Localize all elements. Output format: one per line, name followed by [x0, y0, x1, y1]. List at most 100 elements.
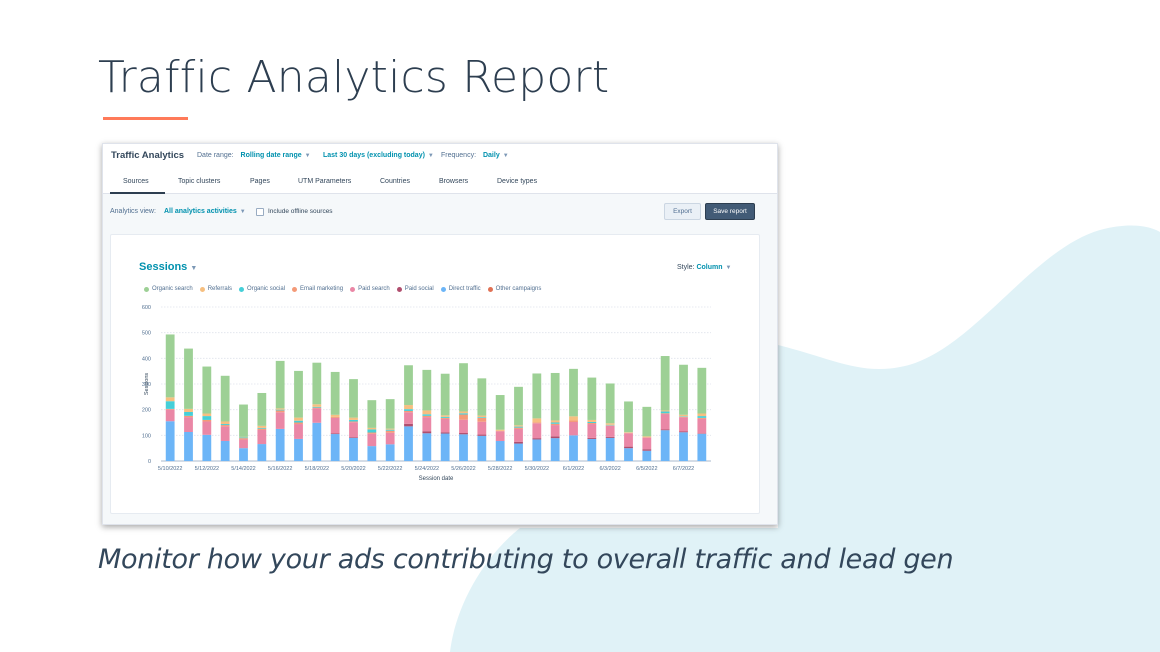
legend-item[interactable]: Other campaigns: [487, 286, 541, 292]
bar-segment[interactable]: [697, 417, 707, 419]
bar-segment[interactable]: [404, 405, 413, 410]
bar-segment[interactable]: [349, 421, 358, 423]
bar-segment[interactable]: [642, 437, 652, 438]
bar-segment[interactable]: [239, 438, 248, 440]
bar-segment[interactable]: [404, 365, 413, 406]
bar-segment[interactable]: [440, 432, 450, 434]
bar-segment[interactable]: [294, 424, 303, 439]
bar-segment[interactable]: [330, 417, 340, 434]
bar-segment[interactable]: [349, 419, 358, 422]
bar-segment[interactable]: [312, 406, 322, 408]
bar-segment[interactable]: [257, 425, 267, 428]
save-report-button[interactable]: Save report: [705, 203, 755, 220]
bar-segment[interactable]: [330, 371, 340, 415]
bar-segment[interactable]: [514, 427, 523, 429]
bar-segment[interactable]: [569, 435, 578, 461]
bar-segment[interactable]: [294, 438, 303, 461]
bar-segment[interactable]: [587, 421, 597, 424]
bar-segment[interactable]: [660, 430, 670, 461]
bar-segment[interactable]: [587, 423, 597, 425]
bar-segment[interactable]: [679, 414, 688, 417]
legend-item[interactable]: Organic search: [144, 286, 193, 292]
bar-segment[interactable]: [349, 422, 358, 438]
bar-segment[interactable]: [312, 362, 322, 405]
bar-segment[interactable]: [239, 448, 248, 461]
bar-segment[interactable]: [404, 412, 413, 424]
bar-segment[interactable]: [514, 426, 523, 428]
legend-item[interactable]: Paid social: [396, 286, 434, 292]
bar-segment[interactable]: [404, 409, 413, 411]
bar-segment[interactable]: [385, 430, 395, 433]
bar-segment[interactable]: [422, 414, 432, 416]
bar-segment[interactable]: [624, 448, 633, 461]
bar-segment[interactable]: [220, 440, 230, 461]
bar-segment[interactable]: [459, 433, 468, 435]
bar-segment[interactable]: [422, 431, 432, 434]
bar-segment[interactable]: [404, 410, 413, 413]
bar-segment[interactable]: [367, 429, 377, 433]
bar-segment[interactable]: [202, 413, 212, 417]
bar-segment[interactable]: [605, 383, 615, 424]
bar-segment[interactable]: [679, 364, 688, 415]
bar-segment[interactable]: [550, 420, 560, 423]
bar-segment[interactable]: [184, 348, 193, 409]
bar-segment[interactable]: [440, 433, 450, 461]
date-period-filter[interactable]: Last 30 days (excluding today) ▼: [323, 152, 434, 159]
bar-segment[interactable]: [440, 373, 450, 416]
bar-segment[interactable]: [257, 392, 267, 426]
bar-segment[interactable]: [605, 424, 615, 426]
bar-segment[interactable]: [624, 446, 633, 449]
legend-item[interactable]: Direct traffic: [440, 286, 481, 292]
legend-item[interactable]: Organic social: [239, 286, 285, 292]
date-range-filter[interactable]: Date range: Rolling date range ▼: [197, 152, 311, 159]
tab-pages[interactable]: Pages: [250, 178, 270, 185]
bar-segment[interactable]: [440, 416, 450, 418]
bar-segment[interactable]: [385, 399, 395, 429]
bar-segment[interactable]: [605, 436, 615, 438]
bar-segment[interactable]: [569, 368, 578, 417]
bar-segment[interactable]: [294, 417, 303, 421]
bar-segment[interactable]: [532, 422, 542, 424]
bar-segment[interactable]: [275, 412, 285, 429]
bar-segment[interactable]: [697, 367, 707, 414]
bar-segment[interactable]: [440, 418, 450, 433]
bar-segment[interactable]: [459, 414, 468, 420]
bar-segment[interactable]: [385, 429, 395, 431]
bar-segment[interactable]: [385, 444, 395, 461]
frequency-value[interactable]: Daily: [483, 152, 500, 159]
bar-segment[interactable]: [312, 422, 322, 461]
bar-segment[interactable]: [459, 411, 468, 414]
legend-item[interactable]: Paid search: [350, 286, 390, 292]
bar-segment[interactable]: [275, 360, 285, 409]
bar-segment[interactable]: [660, 413, 670, 415]
bar-segment[interactable]: [477, 417, 487, 418]
bar-segment[interactable]: [495, 431, 505, 441]
bar-segment[interactable]: [312, 408, 322, 423]
bar-segment[interactable]: [532, 418, 542, 423]
frequency-filter[interactable]: Frequency: Daily ▼: [441, 152, 509, 159]
bar-segment[interactable]: [294, 422, 303, 425]
style-selector[interactable]: Style: Column ▼: [677, 264, 731, 271]
bar-segment[interactable]: [495, 429, 505, 431]
bar-segment[interactable]: [679, 416, 688, 418]
bar-segment[interactable]: [202, 366, 212, 414]
bar-segment[interactable]: [660, 410, 670, 412]
style-value[interactable]: Column: [696, 264, 722, 271]
bar-segment[interactable]: [624, 432, 633, 434]
bar-segment[interactable]: [679, 417, 688, 432]
bar-segment[interactable]: [220, 421, 230, 425]
bar-segment[interactable]: [697, 413, 707, 417]
bar-segment[interactable]: [220, 425, 230, 427]
bar-segment[interactable]: [349, 437, 358, 438]
tab-countries[interactable]: Countries: [380, 178, 410, 185]
bar-segment[interactable]: [422, 417, 432, 432]
bar-segment[interactable]: [459, 419, 468, 434]
bar-segment[interactable]: [697, 433, 707, 434]
bar-segment[interactable]: [697, 418, 707, 434]
bar-segment[interactable]: [239, 437, 248, 439]
bar-segment[interactable]: [605, 425, 615, 437]
bar-segment[interactable]: [605, 423, 615, 425]
bar-segment[interactable]: [275, 408, 285, 410]
bar-segment[interactable]: [495, 395, 505, 430]
legend-item[interactable]: Email marketing: [292, 286, 343, 292]
